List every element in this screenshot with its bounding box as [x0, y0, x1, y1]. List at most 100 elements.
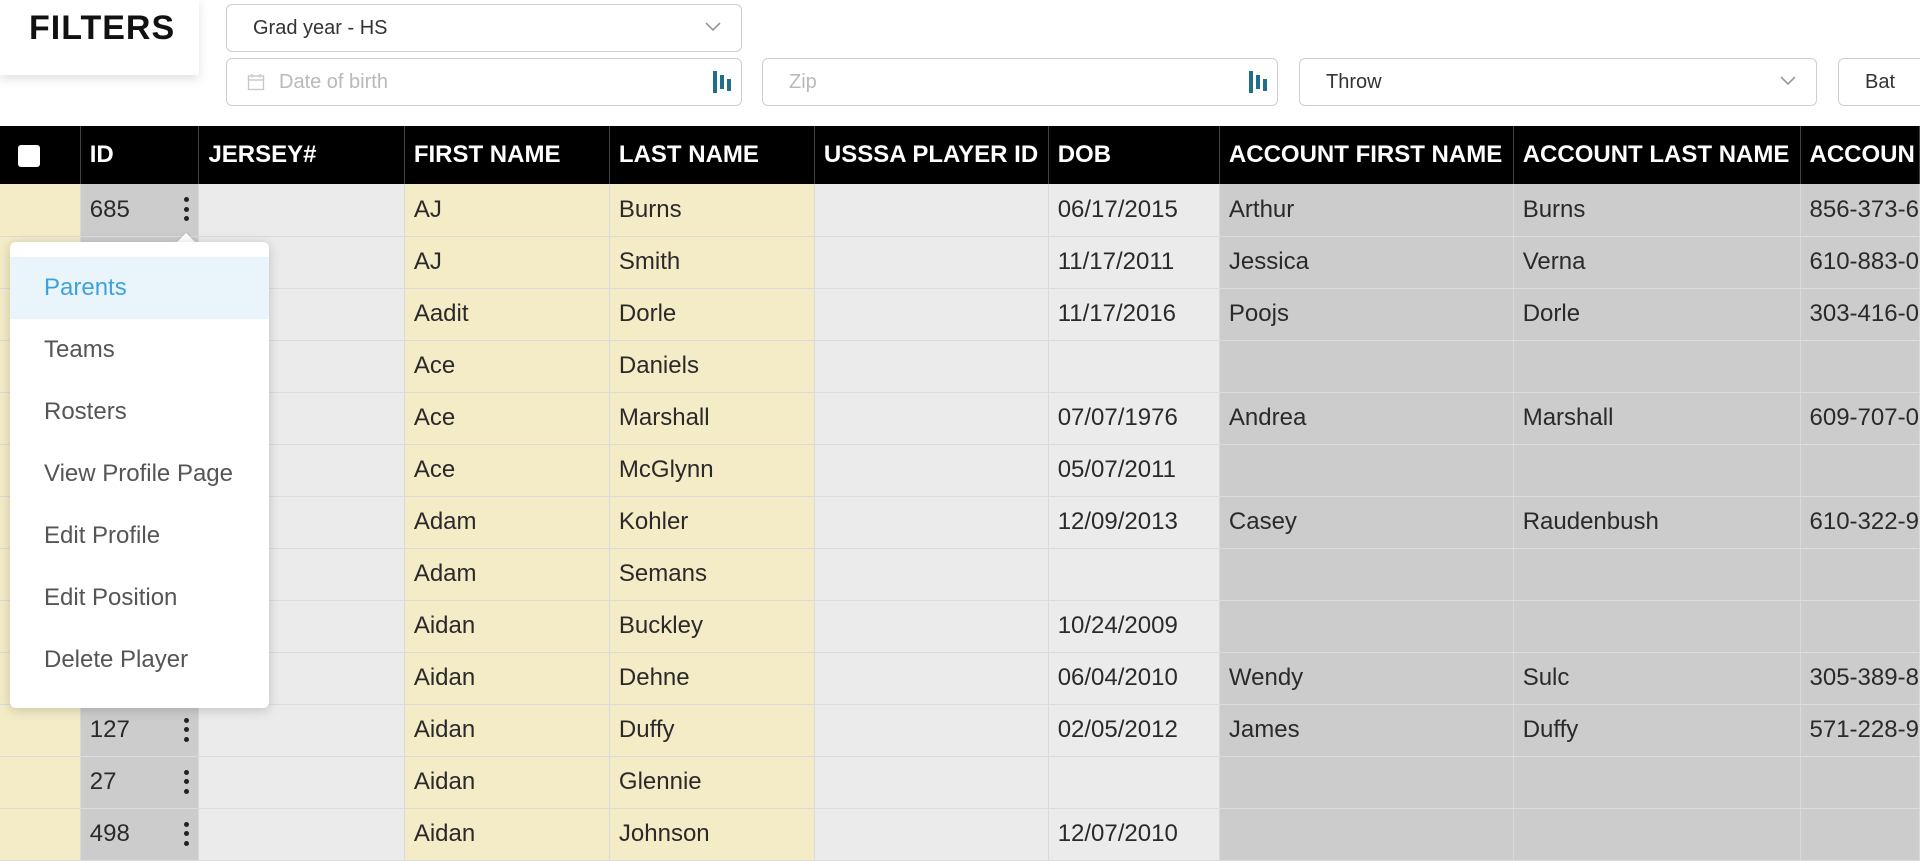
account-first-name-cell-text: Andrea — [1228, 404, 1307, 431]
last-name-cell-text: Buckley — [618, 612, 703, 639]
chevron-down-icon — [1780, 73, 1796, 87]
zip-field[interactable]: Zip — [762, 58, 1278, 106]
last-name-cell-text: McGlynn — [618, 456, 714, 483]
column-header-account-first-name[interactable]: ACCOUNT FIRST NAME — [1219, 126, 1514, 184]
first-name-cell: Adam — [404, 496, 610, 549]
menu-item-edit-position[interactable]: Edit Position — [10, 567, 269, 629]
password-manager-icon[interactable] — [711, 69, 733, 95]
last-name-cell-text: Johnson — [618, 820, 710, 847]
table-row[interactable]: Ace Daniels — [0, 340, 1920, 393]
jersey-cell — [198, 704, 405, 757]
id-cell-text: 27 — [89, 768, 117, 795]
menu-item-parents[interactable]: Parents — [10, 257, 269, 319]
table-row[interactable]: Adam Kohler 12/09/2013 Casey Raudenbush 610-3… — [0, 496, 1920, 549]
bat-value: Bat — [1865, 70, 1896, 93]
kebab-menu-icon[interactable] — [182, 821, 190, 846]
kebab-menu-icon[interactable] — [182, 197, 190, 221]
first-name-cell: Adam — [404, 548, 610, 601]
row-select-cell — [0, 704, 81, 757]
usssa-id-cell — [814, 288, 1049, 341]
dob-cell: 07/07/1976 — [1048, 392, 1220, 445]
usssa-id-cell — [814, 236, 1049, 289]
dob-cell: 11/17/2011 — [1048, 236, 1220, 289]
last-name-cell: McGlynn — [609, 444, 815, 497]
row-select-cell — [0, 756, 81, 809]
table-row[interactable]: 498 Aidan Johnson 12/07/2010 — [0, 808, 1920, 861]
menu-item-delete-player[interactable]: Delete Player — [10, 629, 269, 691]
last-name-cell: Marshall — [609, 392, 815, 445]
kebab-menu-icon[interactable] — [182, 717, 190, 742]
menu-item-view-profile-page[interactable]: View Profile Page — [10, 443, 269, 505]
dob-cell: 11/17/2016 — [1048, 288, 1220, 341]
throw-select[interactable]: Throw — [1299, 58, 1817, 106]
id-cell-text: 498 — [89, 820, 130, 847]
dob-cell-text: 06/04/2010 — [1057, 664, 1178, 691]
account-last-name-cell — [1513, 600, 1801, 653]
column-header-account-phone[interactable]: ACCOUN — [1800, 126, 1920, 184]
menu-item-edit-profile[interactable]: Edit Profile — [10, 505, 269, 567]
column-header-usssa-id[interactable]: USSSA PLAYER ID — [814, 126, 1049, 184]
menu-item-teams[interactable]: Teams — [10, 319, 269, 381]
column-header-account-last-name[interactable]: ACCOUNT LAST NAME — [1513, 126, 1801, 184]
id-cell: 685 — [80, 184, 200, 237]
account-first-name-cell: Jessica — [1219, 236, 1514, 289]
first-name-cell-text: Aidan — [413, 612, 476, 639]
account-first-name-cell — [1219, 600, 1514, 653]
dob-cell: 12/07/2010 — [1048, 808, 1220, 861]
select-all-checkbox[interactable] — [18, 144, 40, 167]
account-last-name-cell: Duffy — [1513, 704, 1801, 757]
table-row[interactable]: 685 AJ Burns 06/17/2015 Arthur Burns 856-373-6 — [0, 184, 1920, 237]
table-row[interactable]: 127 Aidan Duffy 02/05/2012 James Duffy 571-228… — [0, 704, 1920, 757]
account-first-name-cell-text: Casey — [1228, 508, 1297, 535]
kebab-menu-icon[interactable] — [182, 769, 190, 794]
dob-cell-text: 10/24/2009 — [1057, 612, 1178, 639]
dob-cell-text: 12/09/2013 — [1057, 508, 1178, 535]
column-header-dob[interactable]: DOB — [1048, 126, 1220, 184]
column-header-last-name[interactable]: LAST NAME — [609, 126, 815, 184]
first-name-cell: AJ — [404, 184, 610, 237]
dob-cell-text: 11/17/2011 — [1057, 248, 1175, 275]
table-row[interactable]: Ace Marshall 07/07/1976 Andrea Marshall 609-7… — [0, 392, 1920, 445]
table-row[interactable]: Aadit Dorle 11/17/2016 Poojs Dorle 303-416-0 — [0, 288, 1920, 341]
last-name-cell: Buckley — [609, 600, 815, 653]
table-row[interactable]: Aidan Dehne 06/04/2010 Wendy Sulc 305-389-8 — [0, 652, 1920, 705]
last-name-cell: Daniels — [609, 340, 815, 393]
account-first-name-cell: Poojs — [1219, 288, 1514, 341]
first-name-cell: Aidan — [404, 808, 610, 861]
last-name-cell-text: Daniels — [618, 352, 699, 379]
password-manager-icon[interactable] — [1247, 69, 1269, 95]
account-first-name-cell: Wendy — [1219, 652, 1514, 705]
table-row[interactable]: Ace McGlynn 05/07/2011 — [0, 444, 1920, 497]
column-header-id[interactable]: ID — [80, 126, 200, 184]
grad-year-select[interactable]: Grad year - HS — [226, 4, 742, 52]
usssa-id-cell — [814, 392, 1049, 445]
first-name-cell-text: Ace — [413, 456, 456, 483]
table-row[interactable]: AJ Smith 11/17/2011 Jessica Verna 610-883-0 — [0, 236, 1920, 289]
account-first-name-cell: James — [1219, 704, 1514, 757]
account-first-name-cell-text: Jessica — [1228, 248, 1309, 275]
dob-cell: 05/07/2011 — [1048, 444, 1220, 497]
usssa-id-cell — [814, 704, 1049, 757]
dob-cell-text: 11/17/2016 — [1057, 300, 1177, 327]
column-header-jersey[interactable]: JERSEY# — [198, 126, 405, 184]
table-row[interactable]: Aidan Buckley 10/24/2009 — [0, 600, 1920, 653]
last-name-cell: Burns — [609, 184, 815, 237]
last-name-cell-text: Glennie — [618, 768, 702, 795]
select-all-header[interactable] — [0, 126, 81, 184]
last-name-cell-text: Dorle — [618, 300, 677, 327]
first-name-cell: Aidan — [404, 652, 610, 705]
first-name-cell-text: AJ — [413, 195, 442, 223]
account-first-name-cell: Andrea — [1219, 392, 1514, 445]
account-phone-cell: 303-416-0 — [1800, 288, 1920, 341]
column-header-first-name[interactable]: FIRST NAME — [404, 126, 610, 184]
first-name-cell: Ace — [404, 392, 610, 445]
table-row[interactable]: 27 Aidan Glennie — [0, 756, 1920, 809]
menu-item-rosters[interactable]: Rosters — [10, 381, 269, 443]
first-name-cell-text: Ace — [413, 352, 456, 379]
date-of-birth-field[interactable]: Date of birth — [226, 58, 742, 106]
account-last-name-cell-text: Marshall — [1522, 404, 1614, 431]
bat-select[interactable]: Bat — [1838, 58, 1920, 106]
filters-title: FILTERS — [0, 0, 199, 75]
table-row[interactable]: Adam Semans — [0, 548, 1920, 601]
row-select-cell — [0, 184, 81, 237]
